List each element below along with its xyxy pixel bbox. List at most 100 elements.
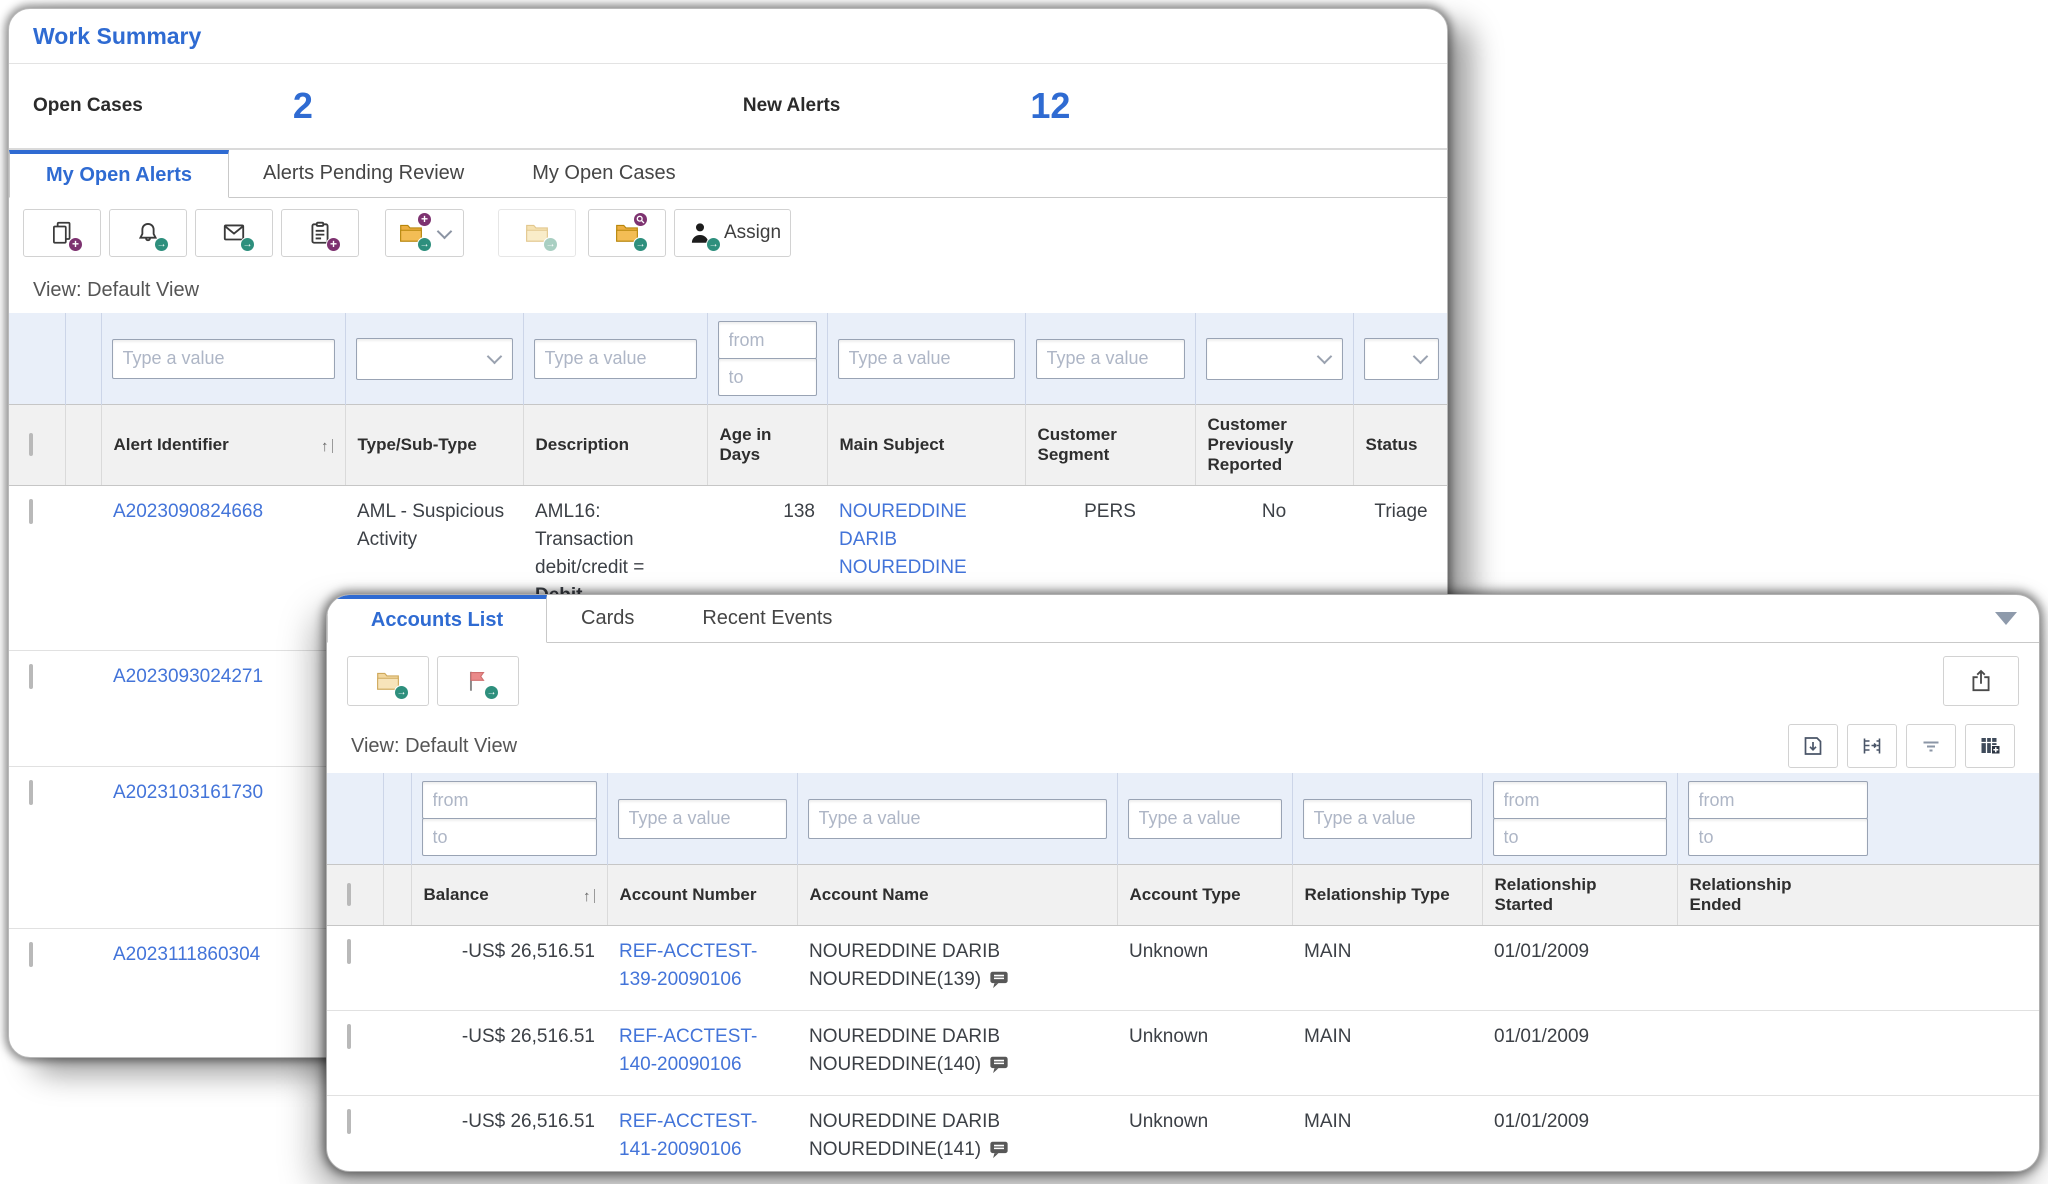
filter-account-type-input[interactable]: [1128, 799, 1282, 839]
flag-account-button[interactable]: [437, 656, 519, 706]
accounts-view-row: View: Default View: [327, 719, 2039, 773]
open-cases-value[interactable]: 2: [293, 85, 313, 127]
new-alerts-value[interactable]: 12: [1030, 85, 1070, 127]
bell-icon: [132, 218, 164, 248]
tab-accounts-list[interactable]: Accounts List: [327, 595, 547, 643]
account-number-link[interactable]: REF-ACCTEST-141-20090106: [619, 1111, 757, 1160]
filter-account-number-input[interactable]: [618, 799, 787, 839]
filter-rows-button[interactable]: [1906, 724, 1956, 768]
attach-account-button[interactable]: [347, 656, 429, 706]
col-relationship-started[interactable]: Relationship Started: [1482, 865, 1677, 926]
alert-link[interactable]: A2023111860304: [113, 944, 260, 965]
forward-badge-icon: [154, 237, 169, 252]
attach-to-existing-case-button[interactable]: [588, 209, 666, 257]
create-document-button[interactable]: [23, 209, 101, 257]
col-relationship-ended[interactable]: Relationship Ended: [1677, 865, 2040, 926]
col-account-number[interactable]: Account Number: [607, 865, 797, 926]
alert-link[interactable]: A2023090824668: [113, 501, 263, 522]
attach-to-new-case-button[interactable]: [385, 209, 464, 257]
filter-age-to-input[interactable]: [718, 358, 817, 396]
filter-status-select[interactable]: [1364, 338, 1440, 380]
comment-bubble-icon[interactable]: [988, 969, 1010, 998]
main-subject-link[interactable]: NOUREDDINE DARIB NOUREDDINE: [839, 501, 967, 578]
row-checkbox[interactable]: [29, 664, 33, 689]
row-checkbox[interactable]: [29, 499, 33, 524]
row-checkbox[interactable]: [347, 1024, 351, 1049]
alerts-view-row: View: Default View: [9, 268, 1447, 313]
account-type-value: Unknown: [1129, 1026, 1208, 1047]
manage-columns-button[interactable]: [1965, 724, 2015, 768]
page-title: Work Summary: [9, 9, 1447, 64]
col-account-name[interactable]: Account Name: [797, 865, 1117, 926]
filter-alert-identifier-input[interactable]: [112, 339, 335, 379]
tab-cards[interactable]: Cards: [547, 595, 668, 642]
tab-my-open-alerts[interactable]: My Open Alerts: [9, 150, 229, 198]
filter-started-from-input[interactable]: [1493, 781, 1667, 819]
sort-ascending-icon[interactable]: [321, 436, 333, 456]
col-description[interactable]: Description: [523, 405, 707, 486]
select-all-checkbox[interactable]: [29, 433, 33, 456]
filter-relationship-ended-range: [1688, 781, 1868, 856]
col-type-subtype[interactable]: Type/Sub-Type: [345, 405, 523, 486]
chevron-down-icon[interactable]: [437, 223, 453, 239]
filter-balance-to-input[interactable]: [422, 818, 597, 856]
account-name: NOUREDDINE DARIB NOUREDDINE(141): [809, 1111, 1000, 1160]
filter-started-to-input[interactable]: [1493, 818, 1667, 856]
col-balance[interactable]: Balance: [411, 865, 607, 926]
alert-link[interactable]: A2023103161730: [113, 782, 263, 803]
export-icon: [1965, 666, 1997, 696]
save-view-button[interactable]: [1788, 724, 1838, 768]
create-alert-button[interactable]: [109, 209, 187, 257]
col-main-subject[interactable]: Main Subject: [827, 405, 1025, 486]
tab-recent-events[interactable]: Recent Events: [668, 595, 866, 642]
balance-value: -US$ 26,516.51: [462, 1026, 595, 1047]
assign-button[interactable]: Assign: [674, 209, 791, 257]
account-type-value: Unknown: [1129, 941, 1208, 962]
forward-badge-icon: [543, 237, 558, 252]
filter-account-name-input[interactable]: [808, 799, 1107, 839]
filter-description-input[interactable]: [534, 339, 697, 379]
row-checkbox[interactable]: [347, 939, 351, 964]
filter-age-from-input[interactable]: [718, 321, 817, 359]
alert-link[interactable]: A2023093024271: [113, 666, 263, 687]
customer-segment-value: PERS: [1084, 501, 1136, 522]
relationship-type-value: MAIN: [1304, 1111, 1352, 1132]
account-number-link[interactable]: REF-ACCTEST-139-20090106: [619, 941, 757, 990]
row-checkbox[interactable]: [29, 780, 33, 805]
filter-type-subtype-select[interactable]: [356, 338, 513, 380]
col-customer-segment[interactable]: Customer Segment: [1025, 405, 1195, 486]
select-all-checkbox[interactable]: [347, 883, 351, 906]
tab-my-open-cases[interactable]: My Open Cases: [498, 150, 709, 197]
col-relationship-type[interactable]: Relationship Type: [1292, 865, 1482, 926]
alerts-header-row: Alert Identifier Type/Sub-Type Descripti…: [9, 405, 1448, 486]
comment-bubble-icon[interactable]: [988, 1139, 1010, 1168]
comment-bubble-icon[interactable]: [988, 1054, 1010, 1083]
forward-badge-icon: [394, 685, 409, 700]
filter-ended-from-input[interactable]: [1688, 781, 1868, 819]
filter-balance-from-input[interactable]: [422, 781, 597, 819]
col-account-type[interactable]: Account Type: [1117, 865, 1292, 926]
sort-ascending-icon[interactable]: [583, 886, 595, 906]
col-alert-identifier[interactable]: Alert Identifier: [101, 405, 345, 486]
accounts-tab-bar: Accounts List Cards Recent Events: [327, 595, 2039, 643]
collapse-triangle-icon[interactable]: [1995, 612, 2017, 625]
tab-alerts-pending-review[interactable]: Alerts Pending Review: [229, 150, 498, 197]
folder-plus-icon: [395, 218, 427, 248]
row-checkbox[interactable]: [29, 942, 33, 967]
merge-columns-button[interactable]: [1847, 724, 1897, 768]
row-checkbox[interactable]: [347, 1109, 351, 1134]
filter-ended-to-input[interactable]: [1688, 818, 1868, 856]
send-email-button[interactable]: [195, 209, 273, 257]
col-status[interactable]: Status: [1353, 405, 1448, 486]
col-customer-previously-reported[interactable]: Customer Previously Reported: [1195, 405, 1353, 486]
col-age-in-days[interactable]: Age in Days: [707, 405, 827, 486]
filter-customer-segment-input[interactable]: [1036, 339, 1185, 379]
account-name: NOUREDDINE DARIB NOUREDDINE(139): [809, 941, 1000, 990]
filter-previously-reported-select[interactable]: [1206, 338, 1343, 380]
account-number-link[interactable]: REF-ACCTEST-140-20090106: [619, 1026, 757, 1075]
filter-main-subject-input[interactable]: [838, 339, 1015, 379]
filter-relationship-type-input[interactable]: [1303, 799, 1472, 839]
plus-badge-icon: [417, 212, 432, 227]
export-button[interactable]: [1943, 656, 2019, 706]
create-task-button[interactable]: [281, 209, 359, 257]
